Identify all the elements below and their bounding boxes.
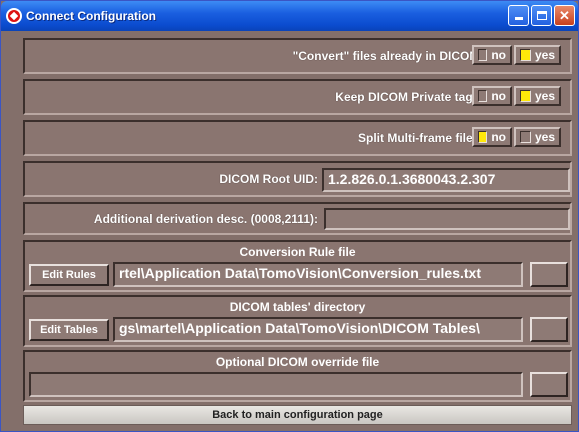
private-tags-yes-option[interactable]: yes — [514, 86, 561, 106]
title-bar[interactable]: Connect Configuration ✕ — [1, 1, 578, 31]
back-to-main-button[interactable]: Back to main configuration page — [23, 405, 572, 425]
multiframe-no-label: no — [491, 130, 506, 144]
root-uid-field[interactable]: 1.2.826.0.1.3680043.2.307 — [322, 168, 570, 192]
conversion-rule-header: Conversion Rule file — [239, 245, 356, 259]
conversion-rule-row: Conversion Rule file Edit Rules rtel\App… — [23, 240, 572, 292]
browse-rules-button[interactable] — [530, 262, 568, 287]
edit-tables-button[interactable]: Edit Tables — [29, 319, 109, 341]
root-uid-label: DICOM Root UID: — [219, 172, 318, 186]
maximize-button[interactable] — [531, 5, 552, 26]
convert-yes-label: yes — [534, 48, 555, 62]
private-tags-row: Keep DICOM Private tags ? no yes — [23, 79, 572, 115]
multiframe-yes-option[interactable]: yes — [514, 127, 561, 147]
minimize-icon — [514, 17, 523, 20]
multiframe-no-option[interactable]: no — [472, 127, 512, 147]
convert-row: "Convert" files already in DICOM ? no ye… — [23, 38, 572, 74]
private-tags-no-checkbox[interactable] — [478, 90, 488, 102]
browse-override-button[interactable] — [530, 372, 568, 397]
convert-no-checkbox[interactable] — [478, 49, 488, 61]
multiframe-no-checkbox[interactable] — [478, 131, 488, 143]
dicom-tables-field[interactable]: gs\martel\Application Data\TomoVision\DI… — [113, 317, 523, 342]
dicom-tables-header: DICOM tables' directory — [229, 300, 366, 314]
override-field[interactable] — [29, 372, 523, 397]
convert-yes-option[interactable]: yes — [514, 45, 561, 65]
private-tags-yes-label: yes — [534, 89, 555, 103]
root-uid-row: DICOM Root UID: 1.2.826.0.1.3680043.2.30… — [23, 161, 572, 197]
multiframe-label: Split Multi-frame files ? — [357, 131, 490, 145]
convert-label: "Convert" files already in DICOM ? — [292, 49, 490, 63]
private-tags-yes-checkbox[interactable] — [520, 90, 531, 102]
conversion-rule-field[interactable]: rtel\Application Data\TomoVision\Convers… — [113, 262, 523, 287]
close-button[interactable]: ✕ — [554, 5, 575, 26]
override-row: Optional DICOM override file — [23, 350, 572, 402]
derivation-row: Additional derivation desc. (0008,2111): — [23, 202, 572, 235]
close-icon: ✕ — [559, 8, 570, 23]
multiframe-yes-label: yes — [534, 130, 555, 144]
browse-tables-button[interactable] — [530, 317, 568, 342]
edit-rules-button[interactable]: Edit Rules — [29, 264, 109, 286]
dicom-tables-row: DICOM tables' directory Edit Tables gs\m… — [23, 295, 572, 347]
maximize-icon — [536, 11, 547, 20]
multiframe-yes-checkbox[interactable] — [520, 131, 531, 143]
private-tags-label: Keep DICOM Private tags ? — [335, 90, 490, 104]
override-header: Optional DICOM override file — [215, 355, 380, 369]
derivation-field[interactable] — [324, 208, 570, 230]
window-title: Connect Configuration — [26, 9, 156, 23]
connect-configuration-window: Connect Configuration ✕ "Convert" files … — [0, 0, 579, 432]
convert-no-option[interactable]: no — [472, 45, 512, 65]
minimize-button[interactable] — [508, 5, 529, 26]
convert-no-label: no — [491, 48, 506, 62]
private-tags-no-label: no — [491, 89, 506, 103]
derivation-label: Additional derivation desc. (0008,2111): — [93, 212, 318, 226]
app-icon — [6, 8, 22, 24]
multiframe-row: Split Multi-frame files ? no yes — [23, 120, 572, 156]
private-tags-no-option[interactable]: no — [472, 86, 512, 106]
convert-yes-checkbox[interactable] — [520, 49, 531, 61]
